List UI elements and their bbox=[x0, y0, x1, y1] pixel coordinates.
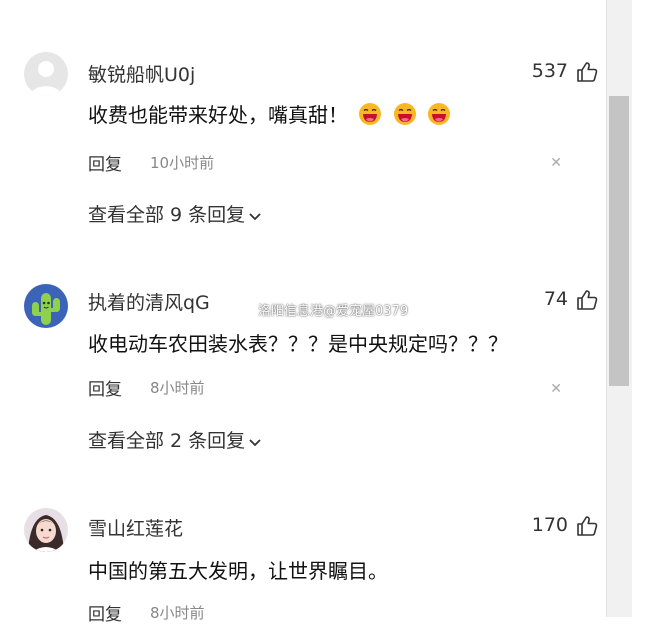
laughing-emoji-icon bbox=[358, 102, 382, 131]
like-count: 74 bbox=[543, 288, 568, 310]
comment-username[interactable]: 雪山红莲花 bbox=[88, 514, 183, 541]
comment-text: 收费也能带来好处，嘴真甜！ bbox=[88, 99, 451, 131]
comment-text: 中国的第五大发明，让世界瞩目。 bbox=[88, 559, 388, 583]
comment-text: 收电动车农田装水表？？？是中央规定吗？？？ bbox=[88, 332, 508, 356]
like-count: 170 bbox=[531, 514, 568, 536]
reply-button[interactable]: 回复 bbox=[88, 375, 122, 400]
photo-avatar-icon bbox=[24, 508, 68, 552]
avatar[interactable] bbox=[24, 508, 68, 552]
right-margin bbox=[632, 0, 660, 617]
thumbs-up-icon[interactable] bbox=[576, 289, 598, 311]
view-all-replies-label: 查看全部 2 条回复 bbox=[88, 430, 246, 452]
default-avatar-icon bbox=[24, 52, 68, 96]
comment-username[interactable]: 敏锐船帆U0j bbox=[88, 60, 195, 87]
chevron-down-icon bbox=[248, 205, 262, 227]
view-all-replies-label: 查看全部 9 条回复 bbox=[88, 204, 246, 226]
view-all-replies-button[interactable]: 查看全部 2 条回复 bbox=[88, 426, 262, 453]
close-icon[interactable]: ✕ bbox=[550, 382, 562, 396]
thumbs-up-icon[interactable] bbox=[576, 61, 598, 83]
watermark: 洛阳信息港@爱宠屋0379 bbox=[258, 304, 409, 319]
laughing-emoji-icon bbox=[393, 102, 417, 131]
comment-time: 10小时前 bbox=[150, 154, 215, 172]
chevron-down-icon bbox=[248, 431, 262, 453]
like-count: 537 bbox=[531, 60, 568, 82]
thumbs-up-icon[interactable] bbox=[576, 515, 598, 537]
scrollbar-thumb[interactable] bbox=[609, 96, 629, 386]
close-icon[interactable]: ✕ bbox=[550, 156, 562, 170]
view-all-replies-button[interactable]: 查看全部 9 条回复 bbox=[88, 200, 262, 227]
reply-button[interactable]: 回复 bbox=[88, 600, 122, 625]
cactus-avatar-icon bbox=[24, 284, 68, 328]
comment-time: 8小时前 bbox=[150, 379, 205, 397]
avatar[interactable] bbox=[24, 284, 68, 328]
laughing-emoji-icon bbox=[427, 102, 451, 131]
comment-text-content: 收费也能带来好处，嘴真甜！ bbox=[88, 103, 348, 127]
reply-button[interactable]: 回复 bbox=[88, 150, 122, 175]
avatar[interactable] bbox=[24, 52, 68, 96]
comment-time: 8小时前 bbox=[150, 604, 205, 622]
comment-username[interactable]: 执着的清风qG bbox=[88, 288, 210, 315]
